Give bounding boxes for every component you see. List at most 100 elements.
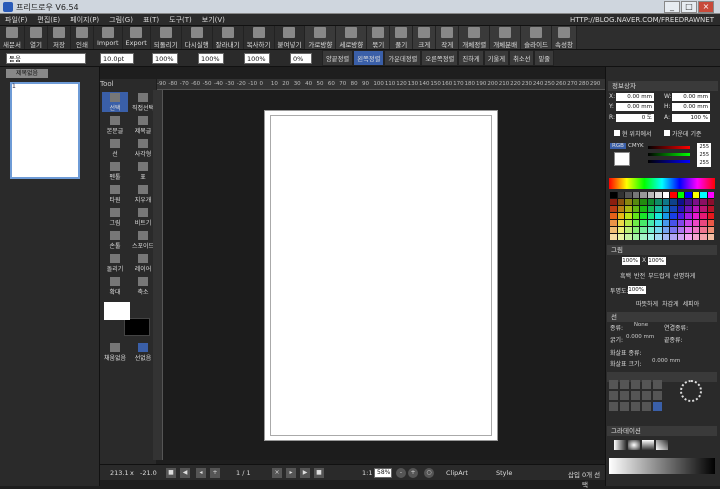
green-slider[interactable] [648, 153, 690, 156]
h-field[interactable]: 0.00 mm [672, 103, 710, 111]
palette-swatch[interactable] [662, 213, 669, 219]
group-button[interactable]: 묶기 [367, 26, 391, 49]
align-objects-button[interactable]: 개체정렬 [459, 26, 491, 49]
tool-zoom-in[interactable]: 확대 [102, 276, 128, 296]
tool-rotate[interactable]: 돌리기 [102, 253, 128, 273]
tone-btn-1[interactable]: 차갑게 [662, 299, 679, 308]
format-button-7[interactable]: 밑줄 [534, 50, 555, 66]
minimize-button[interactable]: _ [664, 1, 680, 13]
palette-swatch[interactable] [692, 234, 699, 240]
palette-swatch[interactable] [692, 213, 699, 219]
close-button[interactable]: × [698, 1, 714, 13]
zoom-out-icon[interactable]: - [396, 468, 406, 478]
palette-swatch[interactable] [677, 220, 684, 226]
menu-picture[interactable]: 그림(G) [104, 14, 138, 26]
slide-button[interactable]: 슬라이드 [521, 26, 553, 49]
align-option-icon[interactable] [653, 380, 662, 389]
chk-current-pos[interactable] [614, 130, 620, 136]
format-button-1[interactable]: 왼쪽정렬 [353, 50, 385, 66]
align-option-icon[interactable] [631, 402, 640, 411]
save-button[interactable]: 저장 [48, 26, 71, 49]
gradient-radial-button[interactable] [628, 440, 640, 450]
palette-swatch[interactable] [625, 213, 632, 219]
rotate-handle-icon[interactable] [680, 380, 702, 402]
portrait-button[interactable]: 세로방향 [336, 26, 368, 49]
print-button[interactable]: 인쇄 [71, 26, 94, 49]
green-value[interactable]: 255 [697, 151, 711, 159]
picture-btn-2[interactable]: 부드럽게 [648, 271, 670, 280]
palette-swatch[interactable] [670, 213, 677, 219]
transparency-field[interactable]: 100% [628, 286, 646, 294]
palette-swatch[interactable] [662, 234, 669, 240]
font-select[interactable]: 돋움 [6, 53, 86, 64]
current-color-swatch[interactable] [614, 152, 630, 166]
tool-pen[interactable]: 펜툴 [102, 161, 128, 181]
line-kind-select[interactable]: None [626, 322, 656, 330]
palette-swatch[interactable] [655, 213, 662, 219]
tool-body-text[interactable]: 본문글 [102, 115, 128, 135]
redo-button[interactable]: 다시실행 [182, 26, 213, 49]
picture-btn-1[interactable]: 반전 [634, 271, 645, 280]
palette-swatch[interactable] [700, 213, 707, 219]
tool-line[interactable]: 선 [102, 138, 128, 158]
palette-swatch[interactable] [632, 199, 639, 205]
fill-color-swatch[interactable] [124, 318, 150, 336]
menu-tools[interactable]: 도구(T) [164, 14, 197, 26]
palette-swatch[interactable] [670, 220, 677, 226]
undo-button[interactable]: 되돌리기 [151, 26, 182, 49]
palette-swatch[interactable] [655, 220, 662, 226]
palette-swatch[interactable] [685, 220, 692, 226]
palette-swatch[interactable] [707, 192, 714, 198]
delete-page-button[interactable]: × [272, 468, 282, 478]
palette-swatch[interactable] [685, 227, 692, 233]
align-option-icon[interactable] [620, 391, 629, 400]
palette-swatch[interactable] [670, 192, 677, 198]
palette-swatch[interactable] [610, 192, 617, 198]
arrow-size-field[interactable]: 0.000 mm [652, 358, 682, 366]
tool-select[interactable]: 선택 [102, 92, 128, 112]
font-size-select[interactable]: 10.0pt [100, 53, 134, 64]
landscape-button[interactable]: 가로방향 [305, 26, 337, 49]
palette-swatch[interactable] [610, 227, 617, 233]
palette-swatch[interactable] [647, 199, 654, 205]
scale-select-2[interactable]: 100% [198, 53, 224, 64]
red-value[interactable]: 255 [697, 143, 711, 151]
export-button[interactable]: Export [123, 26, 151, 49]
align-option-icon[interactable] [653, 391, 662, 400]
tool-hand[interactable]: 손툴 [102, 230, 128, 250]
palette-swatch[interactable] [647, 220, 654, 226]
chk-center[interactable] [664, 130, 670, 136]
blue-slider[interactable] [648, 160, 690, 163]
properties-button[interactable]: 속성창 [552, 26, 577, 49]
palette-swatch[interactable] [655, 199, 662, 205]
palette-swatch[interactable] [677, 213, 684, 219]
palette-swatch[interactable] [700, 206, 707, 212]
palette-swatch[interactable] [610, 234, 617, 240]
r-field[interactable]: 0 도 [616, 114, 654, 122]
menu-table[interactable]: 표(T) [138, 14, 164, 26]
palette-swatch[interactable] [625, 199, 632, 205]
menu-view[interactable]: 보기(V) [197, 14, 230, 26]
open-button[interactable]: 열기 [25, 26, 48, 49]
palette-swatch[interactable] [677, 234, 684, 240]
align-option-icon[interactable] [631, 391, 640, 400]
palette-swatch[interactable] [610, 206, 617, 212]
color-palette[interactable] [610, 192, 714, 240]
palette-swatch[interactable] [632, 227, 639, 233]
palette-swatch[interactable] [640, 192, 647, 198]
palette-swatch[interactable] [677, 199, 684, 205]
palette-swatch[interactable] [685, 192, 692, 198]
fit-icon[interactable]: ○ [424, 468, 434, 478]
palette-swatch[interactable] [692, 220, 699, 226]
palette-swatch[interactable] [617, 206, 624, 212]
palette-swatch[interactable] [640, 213, 647, 219]
palette-swatch[interactable] [647, 192, 654, 198]
tone-btn-2[interactable]: 세피아 [683, 299, 700, 308]
gradient-diagonal-button[interactable] [656, 440, 668, 450]
palette-swatch[interactable] [632, 234, 639, 240]
gradient-vertical-button[interactable] [642, 440, 654, 450]
page-thumbnail[interactable] [10, 82, 80, 179]
palette-swatch[interactable] [640, 206, 647, 212]
palette-swatch[interactable] [692, 192, 699, 198]
align-option-icon[interactable] [642, 380, 651, 389]
